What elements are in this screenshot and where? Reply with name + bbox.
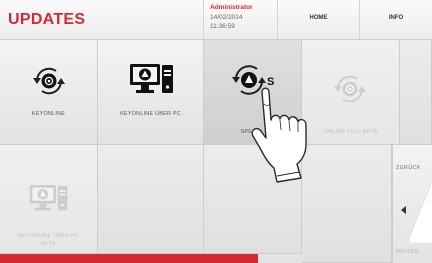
empty-cell xyxy=(98,145,204,254)
back-button[interactable]: ZURÜCK xyxy=(396,165,421,171)
header-bar: UPDATES Administrator 14/02/2014 11:36:5… xyxy=(0,0,432,40)
computer-icon xyxy=(29,185,68,211)
current-time: 11:36:59 xyxy=(210,23,235,30)
empty-cell xyxy=(400,40,432,145)
info-label: INFO xyxy=(388,15,404,21)
info-button[interactable]: INFO xyxy=(359,0,432,40)
home-label: HOME xyxy=(309,15,328,21)
tile-label: KEYONLINE ÜBER PC xyxy=(120,111,181,117)
user-name: Administrator xyxy=(210,4,253,11)
tile-keyonline-pc[interactable]: KEYONLINE ÜBER PC xyxy=(98,40,204,145)
next-button: WEITER xyxy=(396,249,420,255)
updates-screen: UPDATES Administrator 14/02/2014 11:36:5… xyxy=(0,0,432,263)
side-navigation: ZURÜCK WEITER xyxy=(392,145,432,263)
status-bar xyxy=(0,254,258,263)
pointing-hand-icon xyxy=(251,87,307,183)
page-slider-icon xyxy=(408,180,432,243)
page-title: UPDATES xyxy=(8,11,86,28)
home-button[interactable]: HOME xyxy=(277,0,359,40)
arrow-left-icon[interactable] xyxy=(401,206,406,214)
keyonline-icon xyxy=(33,67,65,95)
tile-label: KEYONLINE xyxy=(31,111,66,117)
keyonline-icon xyxy=(334,75,366,103)
tile-keyonline-pc-beta: KEYONLINE ÜBER PC BETA xyxy=(0,145,98,254)
current-date: 14/02/2014 xyxy=(210,14,243,21)
computer-icon xyxy=(130,64,173,93)
user-info: Administrator 14/02/2014 11:36:59 xyxy=(203,0,277,40)
tile-label: KEYONLINE ÜBER PC BETA xyxy=(18,233,79,247)
tile-keyonline[interactable]: KEYONLINE xyxy=(0,40,98,145)
